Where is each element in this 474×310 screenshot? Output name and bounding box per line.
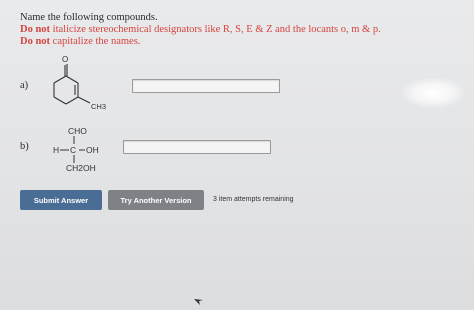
answer-input-b[interactable]: [123, 140, 271, 154]
fischer-bottom-label: CH2OH: [66, 163, 96, 173]
ring-bond: [53, 96, 67, 105]
oxygen-label: O: [62, 55, 68, 64]
part-a-label: a): [20, 80, 29, 91]
instruction-text: italicize stereochemical designators lik…: [50, 24, 381, 35]
mouse-cursor-icon: [194, 299, 203, 305]
structure-a-cyclohexenone: O CH3: [53, 55, 106, 111]
ring-bond: [65, 75, 79, 84]
instruction-capitalize: Do not capitalize the names.: [20, 36, 140, 48]
submit-answer-button[interactable]: Submit Answer: [20, 190, 102, 210]
try-another-version-button[interactable]: Try Another Version: [108, 190, 204, 210]
fischer-left-label: H: [53, 145, 60, 155]
instruction-emphasis: Do not: [20, 24, 51, 35]
structure-b-fischer: CHO H C OH CH2OH: [52, 126, 122, 174]
screen-glare: [402, 78, 464, 108]
attempts-remaining-text: 3 item attempts remaining: [213, 196, 294, 203]
instruction-italicize: Do not italicize stereochemical designat…: [20, 24, 381, 36]
fischer-center-label: C: [70, 145, 77, 155]
methyl-label: CH3: [91, 102, 106, 111]
answer-input-a[interactable]: [132, 79, 280, 93]
ring-bond: [53, 75, 67, 84]
methyl-bond: [77, 96, 91, 104]
ring-bond: [65, 96, 79, 105]
instruction-text: capitalize the names.: [50, 36, 141, 47]
fischer-right-label: OH: [86, 145, 99, 155]
instruction-emphasis: Do not: [20, 36, 51, 47]
part-b-label: b): [20, 141, 29, 152]
question-title: Name the following compounds.: [20, 12, 158, 23]
